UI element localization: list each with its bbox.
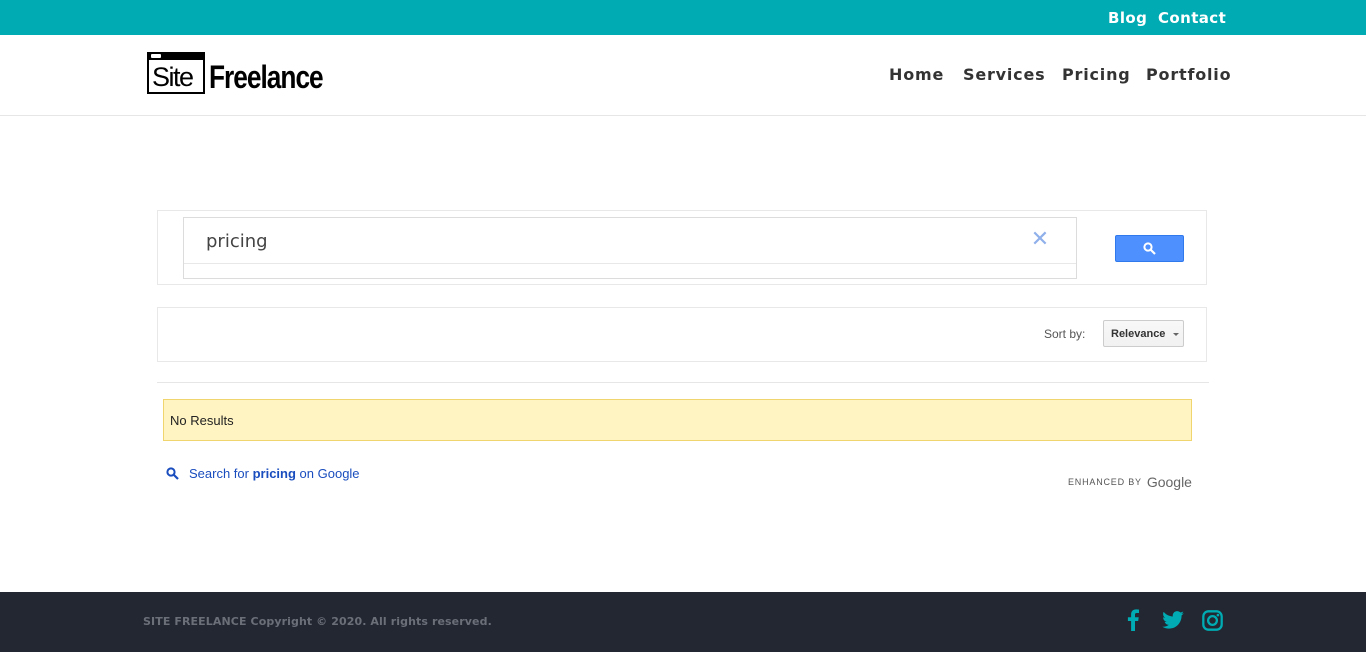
nav-pricing[interactable]: Pricing <box>1062 65 1131 84</box>
site-header: Site Freelance Home Services Pricing Por… <box>0 35 1366 116</box>
results-divider <box>157 382 1209 383</box>
chevron-down-icon <box>1173 333 1179 336</box>
logo-site-text: Site <box>152 62 194 92</box>
sort-select[interactable]: Relevance <box>1103 320 1184 347</box>
search-input[interactable] <box>206 228 1006 254</box>
logo-window-dot <box>151 54 161 58</box>
top-bar: Blog Contact <box>0 0 1366 35</box>
nav-services[interactable]: Services <box>963 65 1045 84</box>
input-divider <box>184 263 1076 264</box>
nav-portfolio[interactable]: Portfolio <box>1146 65 1231 84</box>
nav-home[interactable]: Home <box>889 65 944 84</box>
no-results-text: No Results <box>170 413 234 428</box>
google-link-prefix: Search for <box>189 466 253 481</box>
copyright-text: SITE FREELANCE Copyright © 2020. All rig… <box>143 615 492 628</box>
search-panel: ✕ <box>157 210 1207 285</box>
contact-link[interactable]: Contact <box>1158 9 1226 27</box>
logo-freelance-text: Freelance <box>209 59 324 95</box>
search-button[interactable] <box>1115 235 1184 262</box>
google-wordmark: Google <box>1146 474 1192 490</box>
facebook-icon[interactable] <box>1127 609 1139 631</box>
twitter-icon[interactable] <box>1162 611 1184 629</box>
enhanced-by-google: ENHANCED BY Google <box>1068 474 1192 490</box>
instagram-icon[interactable] <box>1202 610 1223 631</box>
google-link-suffix: on Google <box>295 466 360 481</box>
sort-selected-value: Relevance <box>1111 328 1166 340</box>
search-input-wrapper: ✕ <box>183 217 1077 279</box>
google-link-query: pricing <box>252 466 296 481</box>
enhanced-by-text: ENHANCED BY <box>1068 477 1142 487</box>
close-icon[interactable]: ✕ <box>1030 226 1050 252</box>
logo-site-box: Site <box>147 52 205 94</box>
search-icon <box>166 467 179 480</box>
sort-label: Sort by: <box>1044 327 1086 341</box>
blog-link[interactable]: Blog <box>1108 9 1147 27</box>
no-results-notice: No Results <box>163 399 1192 441</box>
search-icon <box>1143 242 1156 255</box>
sort-panel: Sort by: Relevance <box>157 307 1207 362</box>
search-on-google-link[interactable]: Search for pricing on Google <box>166 466 360 481</box>
site-footer: SITE FREELANCE Copyright © 2020. All rig… <box>0 592 1366 652</box>
